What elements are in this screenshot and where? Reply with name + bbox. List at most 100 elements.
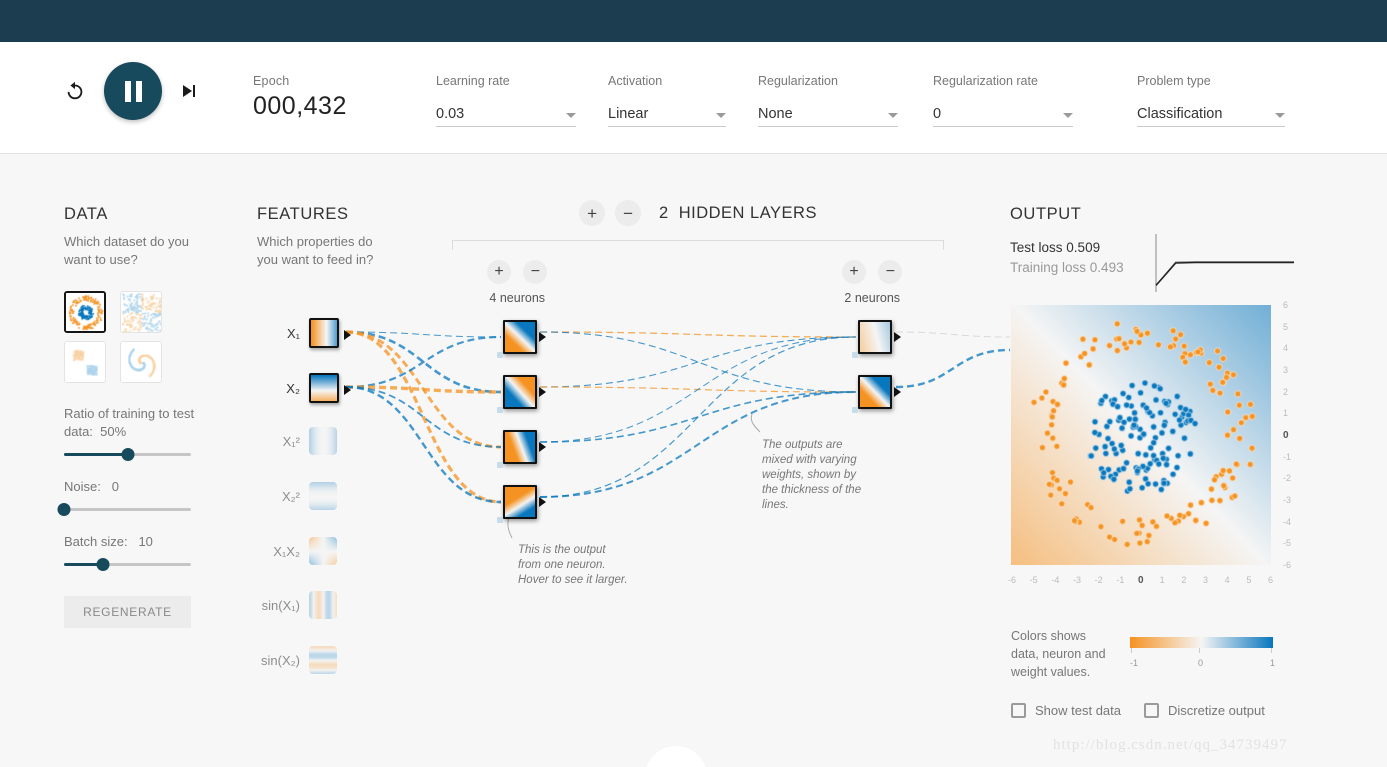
layer1-add-neuron-button[interactable]: + [487, 260, 511, 284]
feature-label: X₂² [281, 488, 300, 504]
regularization-control: Regularization None [758, 74, 898, 127]
y-axis-tick: -3 [1283, 495, 1292, 505]
hidden-neuron-1-4[interactable] [503, 485, 537, 519]
x-axis-tick: -2 [1094, 575, 1103, 585]
feature-node-1[interactable] [309, 373, 339, 403]
regenerate-button[interactable]: REGENERATE [64, 596, 191, 628]
feature-row-4: X₁X₂ [256, 537, 337, 565]
neuron-bias[interactable] [852, 352, 858, 358]
layer2-remove-neuron-button[interactable]: − [878, 260, 903, 284]
hidden-layers-header: + − 2 HIDDEN LAYERS [452, 200, 944, 226]
neuron-bias[interactable] [497, 407, 503, 413]
batch-label: Batch size: [64, 534, 128, 549]
watermark-text: http://blog.csdn.net/qq_34739497 [1053, 737, 1288, 753]
ratio-slider[interactable] [64, 448, 191, 461]
neuron-bias[interactable] [497, 352, 503, 358]
feature-label: X₁ [286, 325, 300, 341]
neuron-bias[interactable] [497, 517, 503, 523]
noise-slider-knob[interactable] [57, 503, 71, 516]
feature-label: X₁² [282, 433, 300, 449]
x-axis-tick: 2 [1181, 575, 1187, 585]
layer2-neuron-count: 2 neurons [844, 291, 901, 305]
y-axis-tick: -6 [1283, 560, 1292, 570]
feature-node-3[interactable] [309, 482, 337, 510]
y-axis-tick: -2 [1283, 473, 1292, 484]
layer1-remove-neuron-button[interactable]: − [523, 260, 548, 284]
hidden-neuron-1-3[interactable] [503, 430, 537, 464]
callout-weight-thickness: The outputs are mixed with varying weigh… [762, 439, 862, 511]
chevron-down-icon [716, 113, 726, 118]
x-axis-tick: 6 [1268, 575, 1274, 585]
activation-select[interactable]: Linear [608, 100, 726, 127]
legend-tick: -1 [1130, 658, 1139, 668]
bottom-scroll-button[interactable] [645, 746, 707, 767]
noise-label: Noise: [64, 479, 101, 494]
layers-bracket [452, 240, 944, 250]
feature-output-dot [344, 330, 351, 340]
output-heatmap[interactable] [1011, 305, 1271, 565]
chevron-down-icon [566, 113, 576, 118]
layer2-neuron-control: + − 2 neurons [842, 260, 903, 305]
regularization-rate-label: Regularization rate [933, 74, 1038, 88]
step-forward-icon[interactable] [176, 78, 202, 104]
regularization-rate-select[interactable]: 0 [933, 100, 1073, 127]
feature-node-2[interactable] [309, 427, 337, 455]
hidden-neuron-1-1[interactable] [503, 320, 537, 354]
features-panel: FEATURES Which properties do you want to… [257, 205, 392, 269]
ratio-slider-knob[interactable] [121, 448, 134, 461]
batch-slider[interactable] [64, 558, 191, 571]
batch-slider-block: Batch size: 10 [64, 533, 224, 571]
feature-node-5[interactable] [309, 591, 337, 619]
chevron-down-icon [1275, 113, 1285, 118]
play-pause-button[interactable] [104, 62, 162, 120]
feature-node-4[interactable] [309, 537, 337, 565]
hidden-layers-count: 2 [659, 203, 669, 222]
x-axis-tick: -6 [1008, 575, 1017, 585]
test-loss-label: Test loss [1010, 240, 1063, 255]
noise-slider[interactable] [57, 503, 191, 516]
feature-row-0: X₁ [256, 318, 339, 348]
epoch-counter: Epoch 000,432 [253, 74, 347, 121]
learning-rate-select[interactable]: 0.03 [436, 100, 576, 127]
batch-value: 10 [138, 534, 153, 549]
problem-type-select[interactable]: Classification [1137, 100, 1285, 127]
x-axis-tick: 3 [1203, 575, 1209, 585]
add-layer-button[interactable]: + [579, 200, 606, 226]
layer2-add-neuron-button[interactable]: + [842, 260, 866, 284]
dataset-spiral[interactable] [120, 341, 162, 383]
neuron-output-dot [894, 332, 901, 342]
feature-row-6: sin(X₂) [256, 646, 337, 674]
regularization-rate-value: 0 [933, 106, 942, 122]
feature-label: sin(X₁) [261, 597, 300, 613]
dataset-gaussian[interactable] [64, 341, 106, 383]
legend-tick: 1 [1270, 658, 1276, 668]
x-axis-tick: -4 [1051, 575, 1060, 585]
neuron-bias[interactable] [852, 407, 858, 413]
neuron-bias[interactable] [497, 462, 503, 468]
dataset-circle[interactable] [64, 291, 106, 333]
feature-node-6[interactable] [309, 646, 337, 674]
discretize-output-checkbox[interactable]: Discretize output [1144, 703, 1265, 718]
reset-icon[interactable] [60, 76, 90, 106]
ratio-label: Ratio of training to test data: [64, 406, 195, 439]
regularization-select[interactable]: None [758, 100, 898, 127]
hidden-neuron-1-2[interactable] [503, 375, 537, 409]
y-axis-tick: 6 [1283, 300, 1289, 310]
batch-slider-knob[interactable] [96, 558, 110, 571]
hidden-neuron-2-1[interactable] [858, 320, 892, 354]
x-axis-tick: 4 [1224, 575, 1230, 585]
show-test-data-checkbox[interactable]: Show test data [1011, 703, 1121, 718]
y-axis-tick: 5 [1283, 321, 1289, 332]
problem-type-label: Problem type [1137, 74, 1211, 88]
decision-boundary-canvas[interactable] [1011, 305, 1271, 565]
dataset-exclusive-or[interactable] [120, 291, 162, 333]
feature-node-0[interactable] [309, 318, 339, 348]
discretize-output-label: Discretize output [1168, 703, 1265, 718]
remove-layer-button[interactable]: − [615, 200, 642, 226]
hidden-neuron-2-2[interactable] [858, 375, 892, 409]
x-axis-tick: -3 [1073, 575, 1082, 585]
feature-label: sin(X₂) [261, 652, 300, 668]
feature-label: X₂ [286, 380, 300, 396]
ratio-slider-block: Ratio of training to test data: 50% [64, 405, 224, 461]
hidden-layers-title: HIDDEN LAYERS [678, 203, 817, 222]
